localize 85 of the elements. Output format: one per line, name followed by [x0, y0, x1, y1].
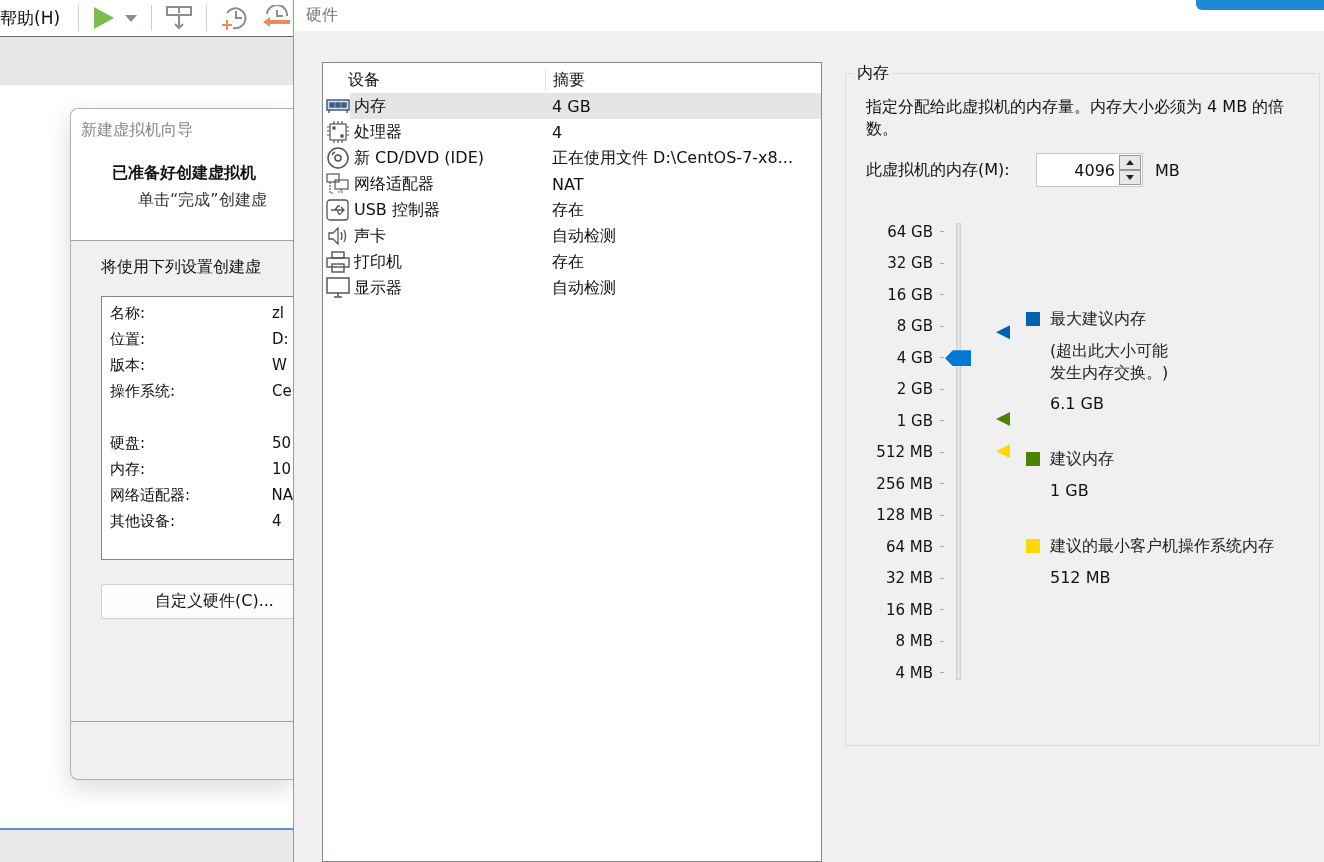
disc-icon: [326, 147, 350, 169]
summary-value: zl: [272, 304, 285, 322]
device-summary: 自动检测: [552, 277, 616, 299]
device-row[interactable]: 打印机 存在: [350, 249, 821, 275]
legend-value: 512 MB: [1050, 568, 1112, 587]
device-name: 打印机: [354, 251, 403, 273]
device-summary: 正在使用文件 D:\CentOS-7-x8...: [552, 147, 793, 169]
wizard-subheading: 单击“完成”创建虚: [138, 190, 268, 211]
summary-label: 内存:: [110, 459, 147, 479]
printer-icon: [326, 251, 350, 273]
description-text: 指定分配给此虚拟机的内存量。内存大小必须为 4 MB 的倍数。: [866, 96, 1286, 140]
tick-label: 16 GB: [887, 285, 933, 304]
tick-label: 128 MB: [876, 506, 933, 525]
wizard-heading: 已准备好创建虚拟机: [112, 163, 257, 184]
legend-note: (超出此大小可能发生内存交换。): [1050, 340, 1170, 384]
device-name: 网络适配器: [354, 173, 435, 195]
legend-value: 1 GB: [1050, 481, 1090, 500]
device-row[interactable]: 网络适配器 NAT: [350, 171, 821, 197]
summary-value: 10: [272, 460, 292, 478]
column-header[interactable]: 摘要: [546, 69, 585, 91]
summary-label: 操作系统:: [110, 381, 177, 401]
device-name: USB 控制器: [354, 199, 441, 221]
tick-label: 256 MB: [876, 474, 933, 493]
device-summary: 4: [552, 122, 563, 142]
intro-text: 将使用下列设置创建虚: [101, 257, 262, 278]
legend-label: 建议内存: [1050, 448, 1114, 470]
play-icon[interactable]: [93, 6, 116, 30]
clock-plus-icon[interactable]: [221, 5, 248, 31]
summary-value: 50: [272, 434, 292, 452]
device-name: 新 CD/DVD (IDE): [354, 147, 485, 169]
slider-thumb[interactable]: [945, 350, 971, 367]
tick-label: 16 MB: [885, 600, 933, 619]
device-summary: 自动检测: [552, 225, 616, 247]
device-name: 内存: [354, 95, 387, 117]
device-summary: 存在: [552, 251, 584, 273]
tick-label: 8 MB: [895, 632, 933, 651]
tick-label: 32 GB: [887, 254, 933, 273]
tick-label: 8 GB: [896, 317, 933, 336]
summary-value: NA: [271, 486, 293, 504]
tick-label: 4 GB: [896, 348, 933, 367]
device-summary: NAT: [552, 174, 584, 194]
device-summary: 4 GB: [552, 96, 591, 116]
summary-label: 版本:: [110, 355, 147, 375]
usb-icon: [326, 199, 350, 221]
tick-label: 64 MB: [885, 537, 933, 556]
legend-label: 最大建议内存: [1050, 308, 1146, 330]
field-label: 此虚拟机的内存(M):: [866, 159, 1011, 181]
menu-item[interactable]: 帮助(H): [0, 6, 61, 30]
unit-label: MB: [1155, 160, 1180, 180]
legend-value: 6.1 GB: [1050, 394, 1105, 413]
device-summary: 存在: [552, 199, 584, 221]
device-row[interactable]: 显示器 自动检测: [350, 275, 821, 301]
summary-value: Ce: [272, 382, 292, 400]
device-name: 处理器: [354, 121, 403, 143]
device-row[interactable]: USB 控制器 存在: [350, 197, 821, 223]
device-name: 显示器: [354, 277, 403, 299]
device-row[interactable]: 处理器 4: [350, 119, 821, 145]
column-header[interactable]: 设备: [326, 69, 546, 91]
device-row[interactable]: 新 CD/DVD (IDE) 正在使用文件 D:\CentOS-7-x8...: [350, 145, 821, 171]
tick-label: 64 GB: [887, 222, 933, 241]
window-title: 硬件: [306, 5, 338, 26]
device-row[interactable]: 声卡 自动检测: [350, 223, 821, 249]
summary-label: 名称:: [110, 303, 147, 323]
device-name: 声卡: [354, 225, 387, 247]
slider-track[interactable]: [956, 223, 961, 680]
summary-label: 网络适配器:: [110, 485, 192, 505]
tick-label: 2 GB: [896, 380, 933, 399]
summary-value: D:: [272, 330, 289, 348]
summary-label: 硬盘:: [110, 433, 147, 453]
tick-label: 4 MB: [895, 663, 933, 682]
window-title: 新建虚拟机向导: [81, 120, 194, 141]
summary-label: 其他设备:: [110, 511, 177, 531]
caret-icon[interactable]: [125, 14, 138, 22]
summary-value: 4: [272, 512, 282, 530]
tick-label: 32 MB: [885, 569, 933, 588]
tick-label: 1 GB: [896, 411, 933, 430]
tick-label: 512 MB: [876, 443, 933, 462]
legend-label: 建议的最小客户机操作系统内存: [1050, 535, 1274, 557]
customize-hardware-button[interactable]: 自定义硬件(C)...: [101, 584, 293, 619]
monitor-icon: [326, 277, 350, 299]
memory-spin-field[interactable]: 4096: [1036, 153, 1143, 187]
processor-icon: [326, 121, 350, 143]
summary-value: W: [272, 356, 287, 374]
summary-label: 位置:: [110, 329, 147, 349]
device-row[interactable]: 内存 4 GB: [350, 93, 821, 119]
